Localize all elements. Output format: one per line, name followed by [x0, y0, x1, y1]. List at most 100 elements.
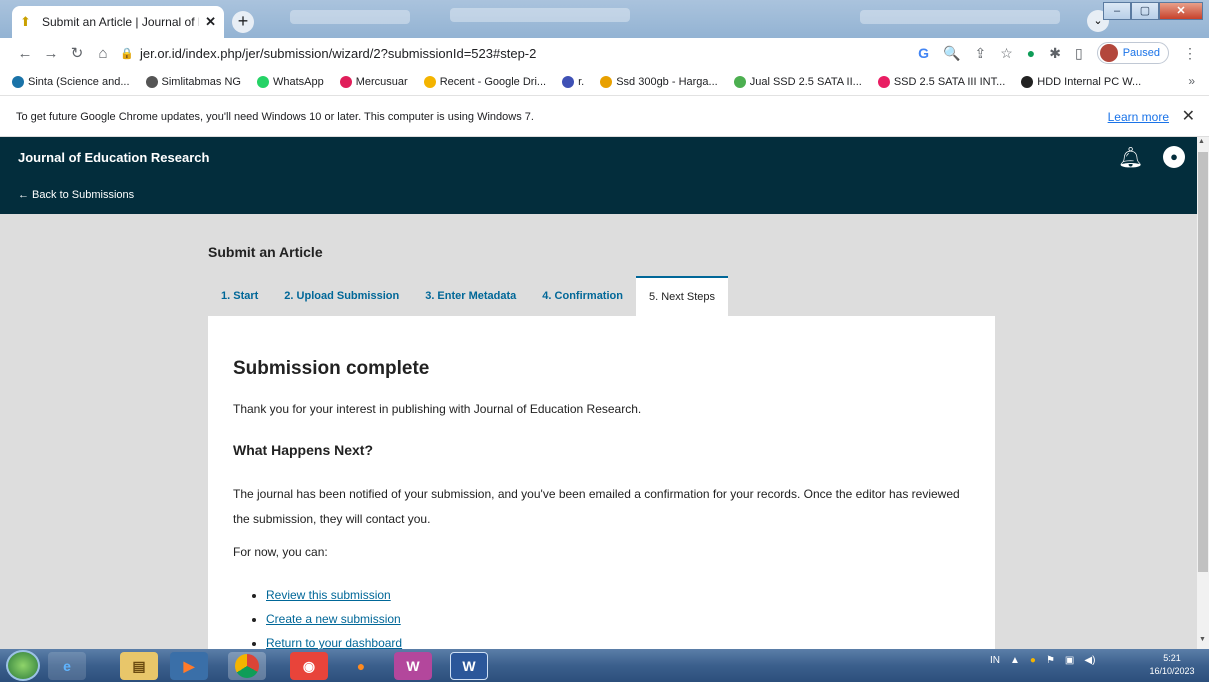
start-button[interactable]	[6, 650, 40, 681]
bookmark-label: Ssd 300gb - Harga...	[616, 75, 718, 88]
window-close-button[interactable]: ✕	[1159, 2, 1203, 20]
chrome-tray-icon[interactable]: ●	[1030, 655, 1036, 666]
extension-green-icon[interactable]: ●	[1027, 45, 1035, 61]
share-icon[interactable]: ⇪	[974, 45, 986, 62]
site-header	[0, 137, 1197, 214]
user-account-icon[interactable]: ●	[1163, 146, 1185, 168]
bookmark-favicon-icon	[339, 75, 352, 88]
maximize-button[interactable]: ▢	[1131, 2, 1159, 20]
bookmark-favicon-icon	[1021, 75, 1034, 88]
create-new-submission-link[interactable]: Create a new submission	[266, 612, 401, 626]
bookmark-item[interactable]: r.	[562, 75, 585, 88]
extensions-puzzle-icon[interactable]: ✱	[1049, 45, 1061, 62]
bookmark-item[interactable]: Ssd 300gb - Harga...	[600, 75, 718, 88]
wizard-steps: 1. Start 2. Upload Submission 3. Enter Met…	[208, 276, 729, 316]
clock-time: 5:21	[1163, 653, 1181, 663]
bookmark-label: Recent - Google Dri...	[439, 75, 547, 88]
bookmark-favicon-icon	[877, 75, 890, 88]
internet-explorer-icon[interactable]: e	[48, 652, 86, 680]
learn-more-link[interactable]: Learn more	[1108, 110, 1169, 124]
bookmark-item[interactable]: Jual SSD 2.5 SATA II...	[733, 75, 862, 88]
side-panel-icon[interactable]: ▯	[1075, 45, 1083, 62]
language-indicator[interactable]: IN	[990, 655, 1000, 666]
forward-arrow-icon[interactable]: →	[38, 45, 64, 62]
bookmark-label: r.	[578, 75, 585, 88]
blurred-window-title	[290, 10, 410, 24]
flag-icon[interactable]: ⚑	[1046, 655, 1055, 666]
back-to-submissions-link[interactable]: ← Back to Submissions	[18, 189, 134, 201]
list-item: Review this submission	[266, 583, 402, 607]
wizard-step-1[interactable]: 1. Start	[208, 276, 271, 316]
firefox-icon[interactable]: ●	[342, 652, 380, 680]
wizard-step-4[interactable]: 4. Confirmation	[529, 276, 636, 316]
reload-icon[interactable]: ↻	[64, 44, 90, 62]
wizard-step-2[interactable]: 2. Upload Submission	[271, 276, 412, 316]
volume-icon[interactable]: ◀)	[1084, 655, 1095, 666]
bookmark-label: SSD 2.5 SATA III INT...	[893, 75, 1006, 88]
bookmark-item[interactable]: Recent - Google Dri...	[423, 75, 547, 88]
wizard-step-5[interactable]: 5. Next Steps	[635, 276, 729, 316]
wizard-step-3[interactable]: 3. Enter Metadata	[412, 276, 529, 316]
for-now-text: For now, you can:	[233, 545, 328, 559]
network-icon[interactable]: ▣	[1065, 655, 1074, 666]
bookmarks-overflow-icon[interactable]: »	[1188, 74, 1195, 88]
blurred-window-title	[450, 8, 630, 22]
site-favicon-icon: ⬆	[20, 14, 31, 29]
clock-date: 16/10/2023	[1149, 666, 1195, 676]
bookmark-favicon-icon	[562, 75, 575, 88]
bookmark-label: Sinta (Science and...	[28, 75, 130, 88]
return-to-dashboard-link[interactable]: Return to your dashboard	[266, 636, 402, 650]
bookmark-favicon-icon	[423, 75, 436, 88]
notifications-bell-icon[interactable]: 🔔︎	[1118, 145, 1143, 170]
bookmark-item[interactable]: Simlitabmas NG	[145, 75, 241, 88]
bookmark-label: Simlitabmas NG	[161, 75, 241, 88]
review-submission-link[interactable]: Review this submission	[266, 588, 391, 602]
bookmark-label: Jual SSD 2.5 SATA II...	[749, 75, 862, 88]
media-player-icon[interactable]: ▶	[170, 652, 208, 680]
profile-status: Paused	[1122, 47, 1160, 59]
url-text[interactable]: jer.or.id/index.php/jer/submission/wizar…	[140, 46, 536, 61]
scrollbar-thumb[interactable]	[1198, 152, 1208, 572]
new-tab-button[interactable]: +	[232, 11, 254, 33]
bookmark-item[interactable]: Sinta (Science and...	[12, 75, 130, 88]
back-arrow-icon[interactable]: ←	[12, 45, 38, 62]
bookmark-label: WhatsApp	[272, 75, 324, 88]
google-icon[interactable]: G	[918, 45, 929, 61]
minimize-button[interactable]: –	[1103, 2, 1131, 20]
browser-tab-active[interactable]: ⬆ Submit an Article | Journal of Edu ✕	[12, 6, 224, 38]
next-actions-list: Review this submission Create a new subm…	[250, 583, 402, 655]
clock[interactable]: 5:21 16/10/2023	[1144, 652, 1200, 678]
bookmark-item[interactable]: SSD 2.5 SATA III INT...	[877, 75, 1006, 88]
scroll-up-arrow-icon[interactable]: ▲	[1198, 138, 1205, 145]
menu-kebab-icon[interactable]: ⋮	[1183, 45, 1197, 62]
zoom-icon[interactable]: 🔍	[943, 45, 960, 62]
file-explorer-icon[interactable]: ▤	[120, 652, 158, 680]
wps-icon[interactable]: W	[394, 652, 432, 680]
scroll-down-arrow-icon[interactable]: ▼	[1199, 636, 1206, 643]
tray-expand-icon[interactable]: ▲	[1010, 655, 1020, 666]
chrome-taskbar-icon[interactable]	[228, 652, 266, 680]
bookmark-favicon-icon	[733, 75, 746, 88]
close-tab-icon[interactable]: ✕	[205, 14, 216, 30]
system-tray: IN ▲ ● ⚑ ▣ ◀)	[990, 655, 1095, 666]
bookmarks-bar: Sinta (Science and... Simlitabmas NG Whats…	[0, 68, 1209, 96]
bookmark-star-icon[interactable]: ☆	[1000, 45, 1013, 62]
chrome-update-infobar: To get future Google Chrome updates, you…	[0, 97, 1209, 137]
home-icon[interactable]: ⌂	[90, 45, 116, 62]
profile-button[interactable]: Paused	[1096, 42, 1169, 64]
bookmark-item[interactable]: Mercusuar	[339, 75, 408, 88]
lock-icon[interactable]: 🔒	[120, 47, 140, 60]
bookmark-item[interactable]: HDD Internal PC W...	[1021, 75, 1142, 88]
bookmark-favicon-icon	[145, 75, 158, 88]
close-infobar-icon[interactable]: ✕	[1182, 106, 1195, 126]
submission-complete-heading: Submission complete	[233, 358, 430, 379]
thanks-text: Thank you for your interest in publishin…	[233, 402, 642, 416]
page-title: Submit an Article	[208, 244, 323, 260]
bookmark-item[interactable]: WhatsApp	[256, 75, 324, 88]
app-taskbar-icon[interactable]: ◉	[290, 652, 328, 680]
bookmark-label: HDD Internal PC W...	[1037, 75, 1142, 88]
journal-title[interactable]: Journal of Education Research	[18, 150, 209, 165]
window-controls: – ▢ ✕	[1103, 2, 1203, 20]
microsoft-word-icon[interactable]: W	[450, 652, 488, 680]
bookmark-favicon-icon	[256, 75, 269, 88]
